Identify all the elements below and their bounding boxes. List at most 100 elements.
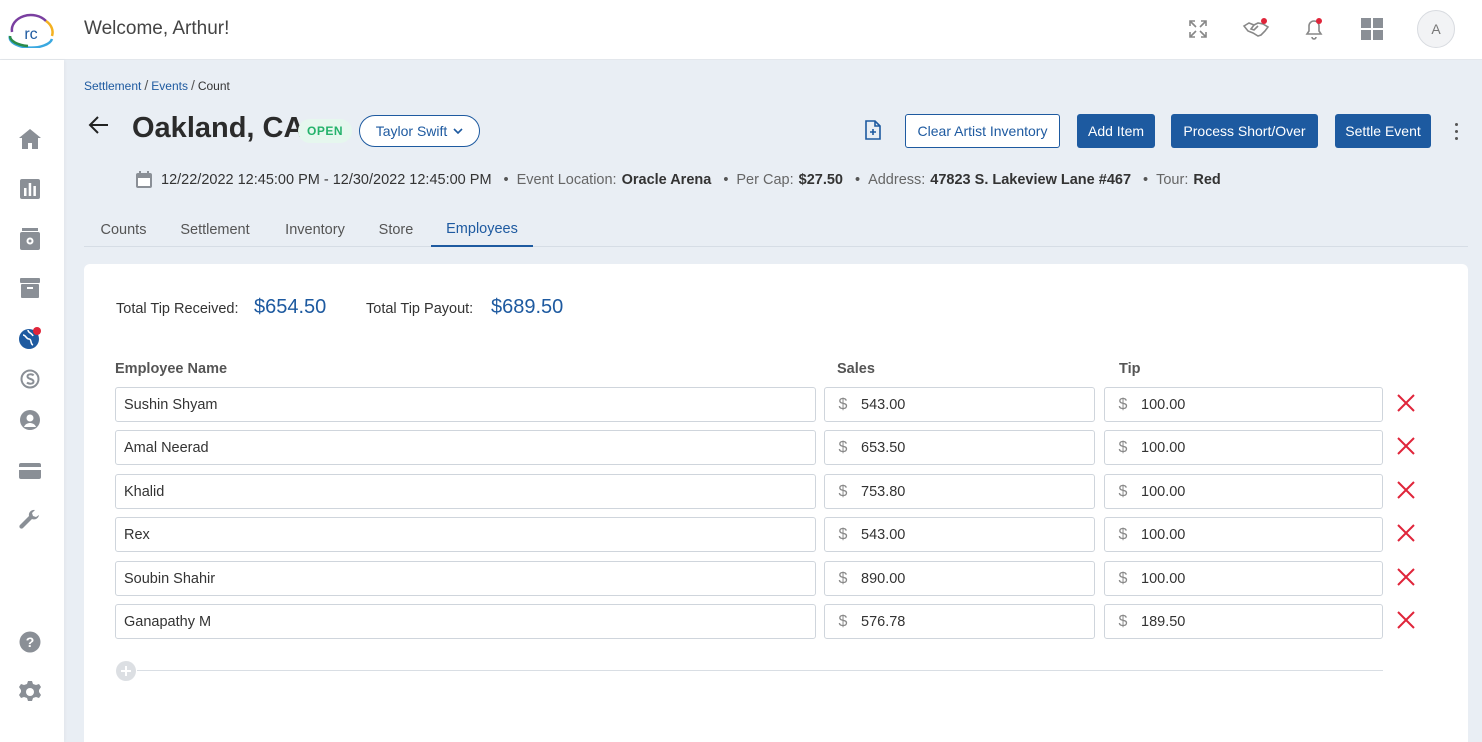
tab-store[interactable]: Store	[366, 212, 426, 247]
stand-icon[interactable]	[17, 226, 43, 252]
employee-name-input[interactable]: Khalid	[115, 474, 816, 509]
currency-symbol: $	[1118, 482, 1128, 500]
column-header-employee-name: Employee Name	[115, 361, 228, 377]
delete-row-icon[interactable]	[1396, 567, 1416, 587]
percap-value: $27.50	[798, 171, 843, 188]
total-tip-received-value: $654.50	[254, 296, 327, 318]
delete-row-icon[interactable]	[1396, 393, 1416, 413]
sales-value: 753.80	[861, 483, 906, 500]
sales-value: 576.78	[861, 613, 906, 630]
currency-symbol: $	[1118, 438, 1128, 456]
artist-dropdown[interactable]: Taylor Swift	[359, 115, 480, 147]
event-date-range: 12/22/2022 12:45:00 PM - 12/30/2022 12:4…	[161, 171, 492, 188]
tab-inventory[interactable]: Inventory	[268, 212, 362, 247]
bell-icon[interactable]	[1299, 14, 1329, 44]
sales-input[interactable]: $890.00	[824, 561, 1095, 596]
currency-symbol: $	[838, 569, 848, 587]
add-row-icon[interactable]	[115, 660, 137, 682]
column-header-sales: Sales	[837, 361, 875, 377]
tip-value: 100.00	[1141, 483, 1186, 500]
sales-value: 543.00	[861, 526, 906, 543]
tip-input[interactable]: $100.00	[1104, 561, 1383, 596]
breadcrumb-current: Count	[197, 79, 230, 93]
sales-value: 890.00	[861, 570, 906, 587]
calendar-icon	[136, 171, 152, 188]
breadcrumb-separator: /	[144, 77, 149, 93]
tip-value: 100.00	[1141, 439, 1186, 456]
breadcrumb: Settlement / Events / Count	[84, 77, 230, 93]
tab-settlement[interactable]: Settlement	[168, 212, 262, 247]
tip-input[interactable]: $100.00	[1104, 387, 1383, 422]
settle-event-button[interactable]: Settle Event	[1335, 114, 1431, 148]
help-icon[interactable]: ?	[17, 629, 43, 655]
divider	[137, 670, 1383, 671]
employee-name-input[interactable]: Soubin Shahir	[115, 561, 816, 596]
page-title: Oakland, CA	[132, 112, 305, 144]
currency-symbol: $	[838, 482, 848, 500]
tab-counts[interactable]: Counts	[84, 212, 163, 247]
breadcrumb-separator: /	[190, 77, 195, 93]
tip-input[interactable]: $189.50	[1104, 604, 1383, 639]
currency-symbol: $	[838, 438, 848, 456]
home-icon[interactable]	[17, 126, 43, 152]
tip-input[interactable]: $100.00	[1104, 430, 1383, 465]
sales-value: 543.00	[861, 396, 906, 413]
total-tip-payout-value: $689.50	[491, 296, 564, 318]
breadcrumb-settlement[interactable]: Settlement	[84, 79, 141, 93]
rc-logo[interactable]: rc	[6, 12, 56, 49]
employee-name-input[interactable]: Rex	[115, 517, 816, 552]
sales-input[interactable]: $543.00	[824, 517, 1095, 552]
employee-name-input[interactable]: Sushin Shyam	[115, 387, 816, 422]
employee-name-input[interactable]: Amal Neerad	[115, 430, 816, 465]
delete-row-icon[interactable]	[1396, 436, 1416, 456]
sales-value: 653.50	[861, 439, 906, 456]
support-icon[interactable]	[17, 407, 43, 433]
delete-row-icon[interactable]	[1396, 523, 1416, 543]
clear-artist-inventory-button[interactable]: Clear Artist Inventory	[905, 114, 1060, 148]
apps-grid-icon[interactable]	[1357, 14, 1387, 44]
top-bar: rc Welcome, Arthur! A	[0, 0, 1482, 60]
card-icon[interactable]	[17, 458, 43, 484]
tip-value: 189.50	[1141, 613, 1186, 630]
currency-symbol: $	[1118, 525, 1128, 543]
settlement-s-icon[interactable]	[17, 366, 43, 392]
currency-symbol: $	[1118, 612, 1128, 630]
location-label: Event Location:	[516, 171, 617, 188]
tab-employees[interactable]: Employees	[431, 212, 533, 247]
svg-text:?: ?	[26, 634, 35, 650]
tip-input[interactable]: $100.00	[1104, 474, 1383, 509]
more-options-icon[interactable]	[1448, 117, 1464, 145]
tip-value: 100.00	[1141, 570, 1186, 587]
tour-label: Tour:	[1156, 171, 1189, 188]
process-short-over-button[interactable]: Process Short/Over	[1171, 114, 1318, 148]
avatar[interactable]: A	[1417, 10, 1455, 48]
delete-row-icon[interactable]	[1396, 480, 1416, 500]
archive-icon[interactable]	[17, 275, 43, 301]
tip-input[interactable]: $100.00	[1104, 517, 1383, 552]
export-pdf-icon[interactable]	[864, 120, 884, 142]
tab-bar: Counts Settlement Inventory Store Employ…	[84, 212, 1468, 247]
sidebar: ?	[0, 60, 64, 742]
tip-value: 100.00	[1141, 526, 1186, 543]
location-value: Oracle Arena	[621, 171, 712, 188]
sales-input[interactable]: $753.80	[824, 474, 1095, 509]
delete-row-icon[interactable]	[1396, 610, 1416, 630]
employee-name-input[interactable]: Ganapathy M	[115, 604, 816, 639]
reports-icon[interactable]	[17, 176, 43, 202]
settings-icon[interactable]	[17, 679, 43, 705]
expand-icon[interactable]	[1183, 14, 1213, 44]
tip-value: 100.00	[1141, 396, 1186, 413]
back-arrow-icon[interactable]	[88, 114, 112, 138]
column-header-tip: Tip	[1119, 361, 1141, 377]
total-tip-received-label: Total Tip Received:	[116, 301, 239, 317]
sales-input[interactable]: $576.78	[824, 604, 1095, 639]
handshake-icon[interactable]	[1241, 14, 1271, 44]
sales-input[interactable]: $653.50	[824, 430, 1095, 465]
tour-value: Red	[1193, 171, 1221, 188]
sales-input[interactable]: $543.00	[824, 387, 1095, 422]
breadcrumb-events[interactable]: Events	[151, 79, 188, 93]
add-item-button[interactable]: Add Item	[1077, 114, 1155, 148]
wrench-icon[interactable]	[17, 507, 43, 533]
currency-symbol: $	[1118, 395, 1128, 413]
globe-icon[interactable]	[17, 325, 43, 351]
